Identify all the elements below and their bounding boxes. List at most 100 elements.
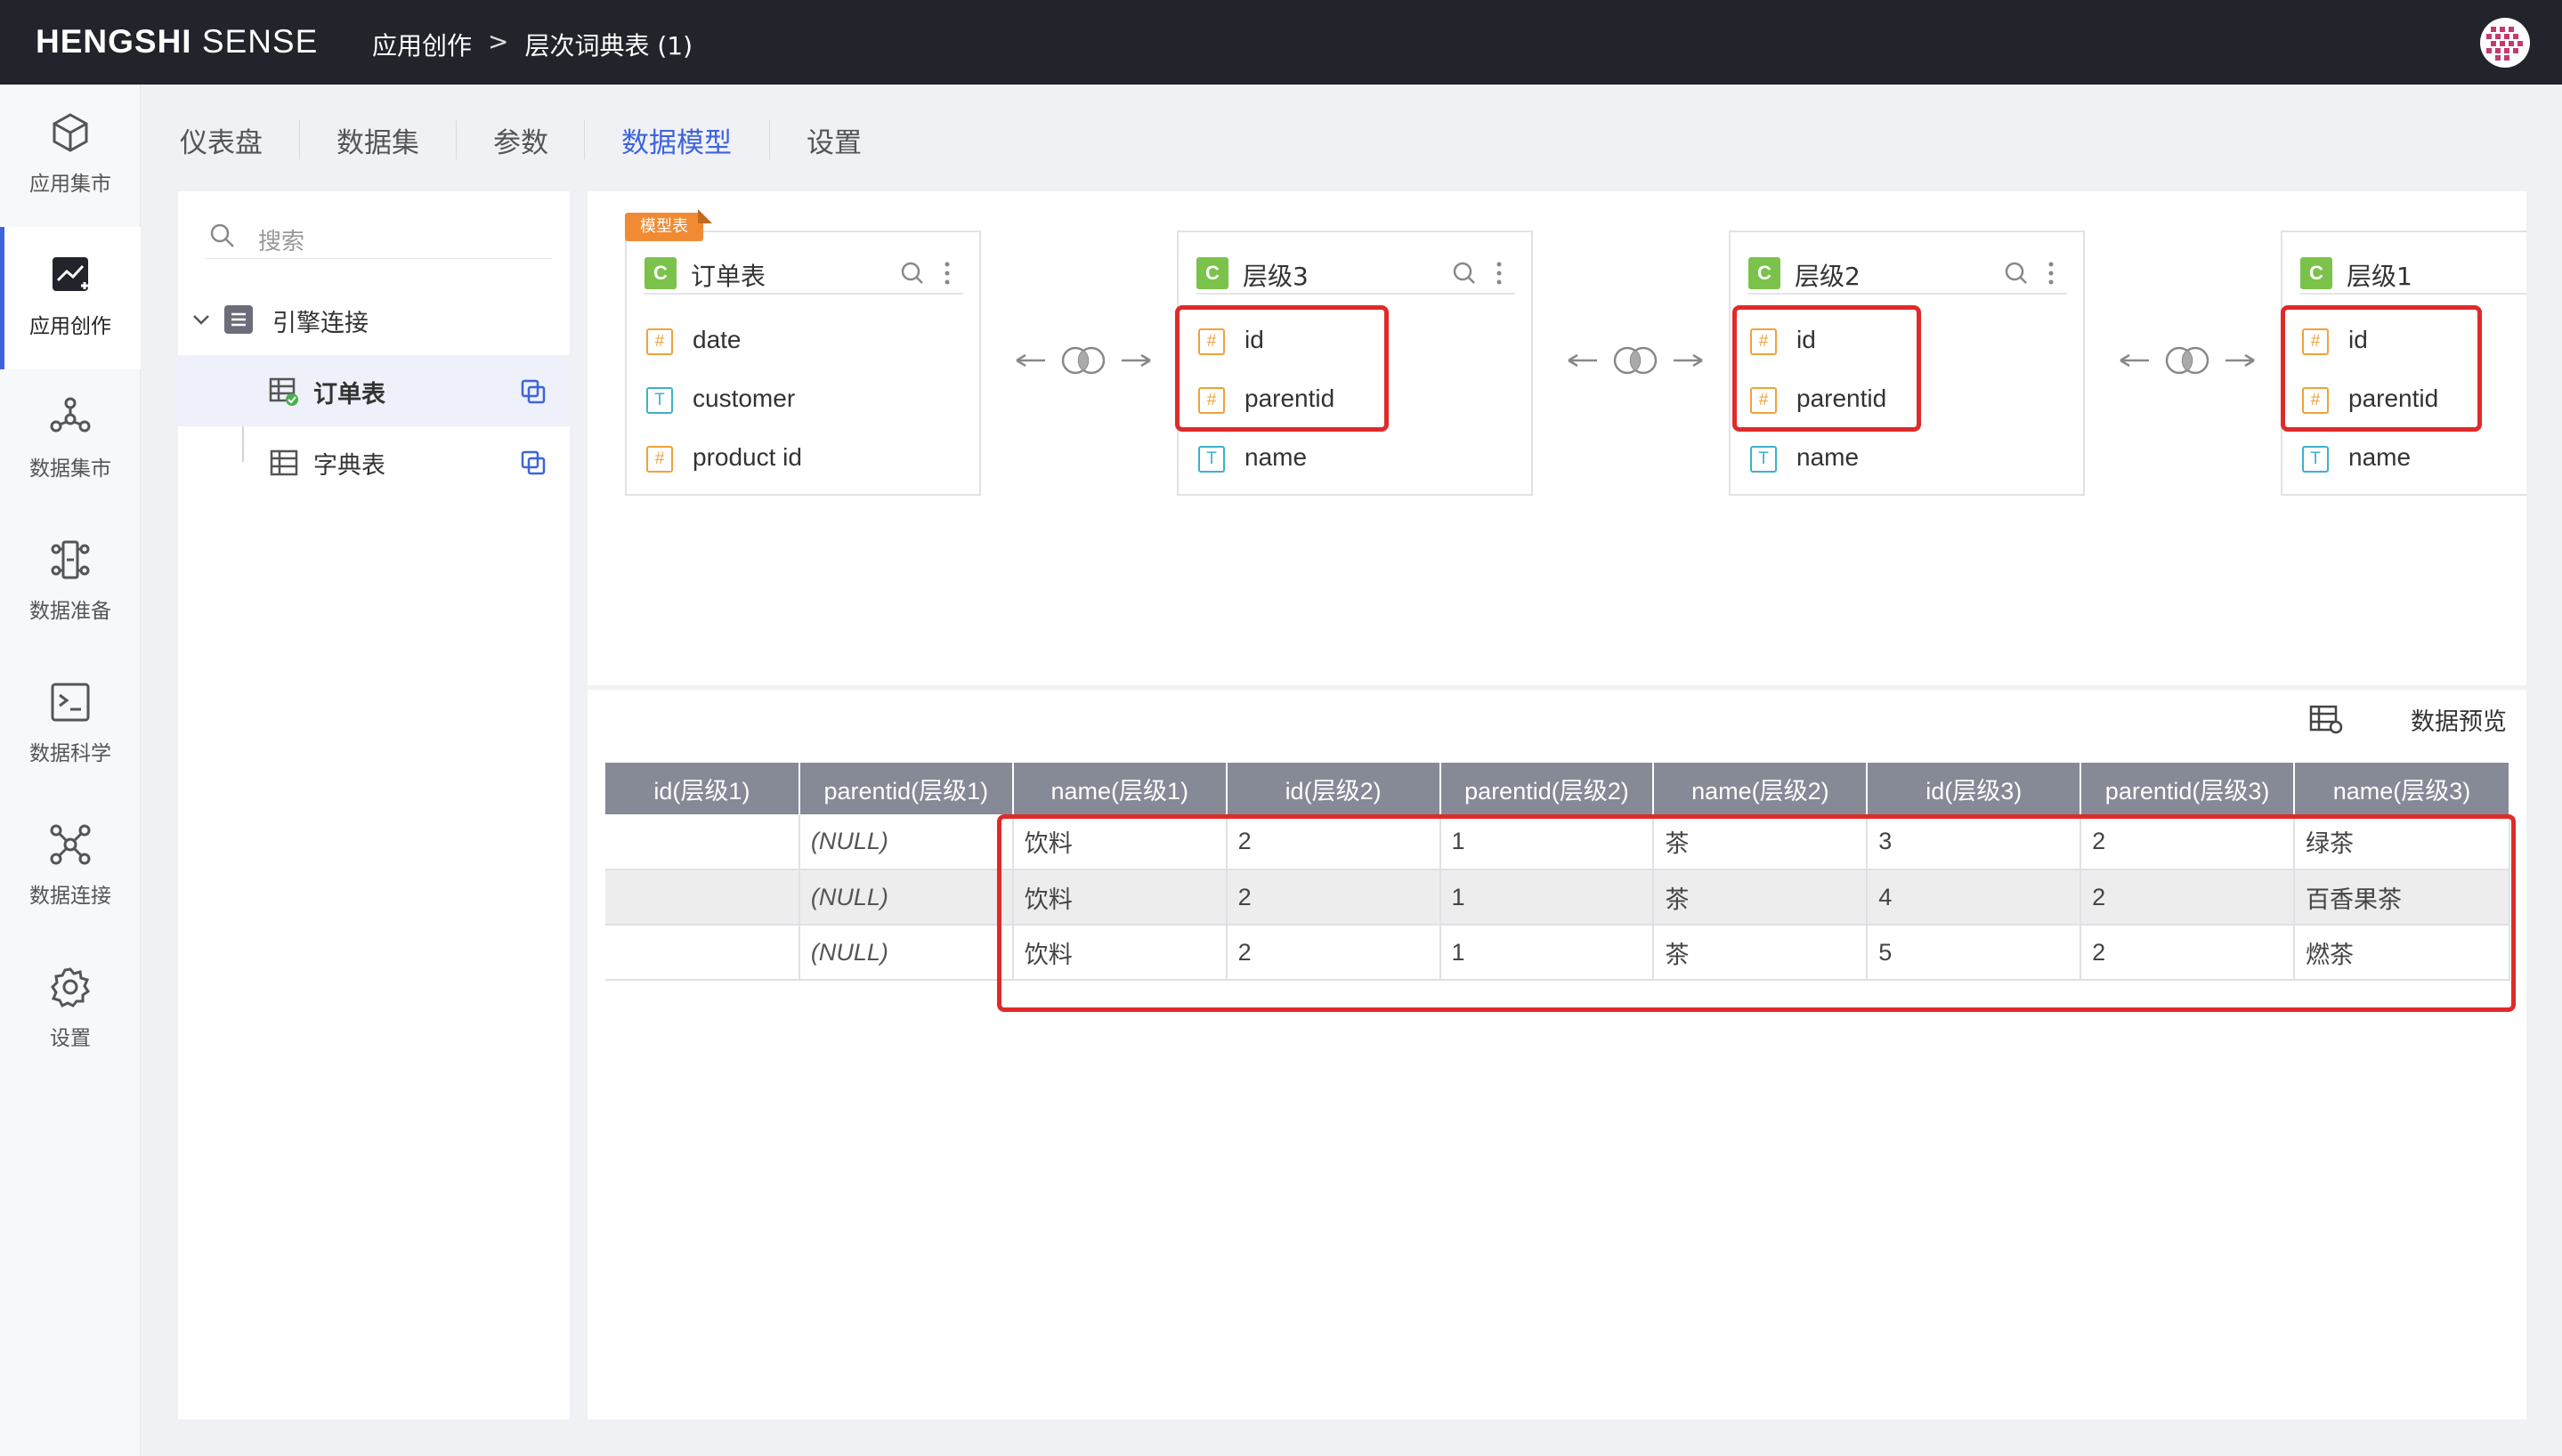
brand-logo[interactable]: HENGSHI SENSE [36, 23, 318, 61]
model-node-order-table[interactable]: C 订单表 # date Tcustomer # product id [625, 231, 981, 496]
join-icon[interactable] [1567, 343, 1709, 378]
tab-divider [456, 120, 457, 159]
join-icon[interactable] [1015, 343, 1157, 378]
rail-item-settings[interactable]: 设置 [0, 939, 141, 1081]
tree-item-label: 字典表 [313, 452, 385, 480]
data-preview-button[interactable]: 数据预览 [2411, 702, 2507, 737]
search-input[interactable]: 搜索 [205, 214, 552, 259]
search-icon[interactable] [901, 262, 923, 284]
highlight-box [1175, 305, 1389, 432]
column-header[interactable]: id(层级1) [605, 763, 800, 814]
rail-label: 数据连接 [29, 885, 111, 908]
network-icon [50, 397, 91, 433]
copy-icon[interactable] [520, 449, 547, 476]
column-header[interactable]: name(层级2) [1653, 763, 1869, 814]
rail-item-data-market[interactable]: 数据集市 [0, 369, 141, 512]
column-header[interactable]: id(层级2) [1226, 763, 1441, 814]
rail-item-data-science[interactable]: 数据科学 [0, 654, 141, 797]
rail-label: 数据科学 [29, 742, 111, 765]
tab-dashboard[interactable]: 仪表盘 [180, 120, 263, 160]
column-header[interactable]: id(层级3) [1867, 763, 2082, 814]
tag-corner-icon [698, 209, 712, 223]
node-title: 层级3 [1243, 262, 1309, 291]
text-type-icon: T [1750, 446, 1777, 473]
model-table-tag: 模型表 [625, 213, 703, 241]
table-cell[interactable] [605, 870, 800, 926]
rail-item-app-market[interactable]: 应用集市 [0, 85, 141, 227]
chart-edit-icon [53, 257, 88, 291]
highlight-box [2281, 305, 2482, 432]
column-header[interactable]: name(层级1) [1012, 763, 1228, 814]
column-header[interactable]: parentid(层级3) [2080, 763, 2296, 814]
number-type-icon: # [646, 446, 673, 473]
top-bar: HENGSHI SENSE 应用创作 > 层次词典表 (1) [0, 0, 2562, 85]
field-name: customer [693, 384, 796, 412]
rail-item-data-connect[interactable]: 数据连接 [0, 797, 141, 939]
gear-icon [51, 967, 91, 1008]
terminal-icon [51, 683, 90, 722]
node-type-badge: C [1748, 257, 1780, 289]
field-name: name [1245, 443, 1308, 471]
column-header[interactable]: parentid(层级2) [1439, 763, 1655, 814]
tab-divider [769, 120, 770, 159]
more-icon[interactable] [1496, 262, 1502, 285]
rail-item-app-create[interactable]: 应用创作 [0, 227, 141, 369]
tree-item-order-table[interactable]: 订单表 [178, 355, 570, 426]
table-header-row: id(层级1) parentid(层级1) name(层级1) id(层级2) … [605, 763, 2510, 814]
data-preview-panel: 数据预览 id(层级1) parentid(层级1) name(层级1) id(… [588, 690, 2526, 1420]
more-icon[interactable] [2048, 262, 2054, 285]
copy-icon[interactable] [520, 378, 547, 405]
tab-parameters[interactable]: 参数 [493, 120, 548, 160]
node-type-badge: C [1196, 257, 1228, 289]
breadcrumb-app[interactable]: 应用创作 [372, 27, 472, 62]
table-cell[interactable]: (NULL) [799, 814, 1014, 870]
table-preview-icon[interactable] [2309, 704, 2345, 736]
tree-group-engine[interactable]: 引擎连接 [178, 284, 570, 355]
table-cell[interactable] [605, 814, 800, 870]
rail-item-data-prep[interactable]: 数据准备 [0, 512, 141, 654]
search-icon[interactable] [2005, 262, 2027, 284]
field-name: date [693, 326, 742, 353]
node-type-badge: C [645, 257, 677, 289]
search-icon [210, 223, 234, 247]
rail-label: 应用集市 [29, 173, 111, 196]
tab-data-model[interactable]: 数据模型 [621, 120, 732, 160]
more-icon[interactable] [945, 262, 950, 285]
node-header[interactable]: C 层级1 [2300, 254, 2526, 295]
number-type-icon: # [646, 328, 673, 355]
table-cell[interactable]: (NULL) [799, 925, 1014, 981]
tab-datasets[interactable]: 数据集 [336, 120, 419, 160]
table-cell[interactable]: (NULL) [799, 870, 1014, 926]
node-title: 订单表 [691, 262, 766, 291]
tab-settings[interactable]: 设置 [807, 120, 862, 160]
side-rail: 应用集市 应用创作 数据集市 数据准备 数据科学 数据连接 设置 [0, 85, 141, 1456]
model-canvas[interactable]: C 订单表 # date Tcustomer # product id 模型表 C … [588, 191, 2526, 685]
node-type-badge: C [2300, 257, 2332, 289]
node-header[interactable]: C 层级3 [1196, 254, 1515, 295]
chevron-down-icon[interactable] [191, 309, 212, 330]
breadcrumb-separator: > [488, 27, 509, 56]
avatar[interactable] [2480, 18, 2530, 68]
node-actions [1449, 259, 1512, 293]
table-cell[interactable] [605, 925, 800, 981]
node-header[interactable]: C 层级2 [1748, 254, 2067, 295]
tree-group-label: 引擎连接 [272, 310, 369, 337]
rail-label: 数据准备 [29, 600, 111, 623]
join-icon[interactable] [2119, 343, 2261, 378]
field-name: name [1796, 443, 1860, 471]
tab-divider [584, 120, 585, 159]
tree-item-dict-table[interactable]: 字典表 [178, 426, 570, 497]
cube-icon [53, 113, 88, 152]
tab-divider [299, 120, 300, 159]
table-icon [270, 449, 298, 476]
search-icon[interactable] [1453, 262, 1475, 284]
tree-item-label: 订单表 [313, 381, 385, 408]
database-icon [224, 305, 253, 334]
field-name: product id [693, 443, 802, 471]
table-list-panel: 搜索 引擎连接 订单表 字典表 [178, 191, 570, 1420]
connection-icon [50, 824, 91, 865]
column-header[interactable]: parentid(层级1) [799, 763, 1014, 814]
node-header[interactable]: C 订单表 [645, 254, 963, 295]
column-header[interactable]: name(层级3) [2294, 763, 2510, 814]
text-type-icon: T [1198, 446, 1225, 473]
